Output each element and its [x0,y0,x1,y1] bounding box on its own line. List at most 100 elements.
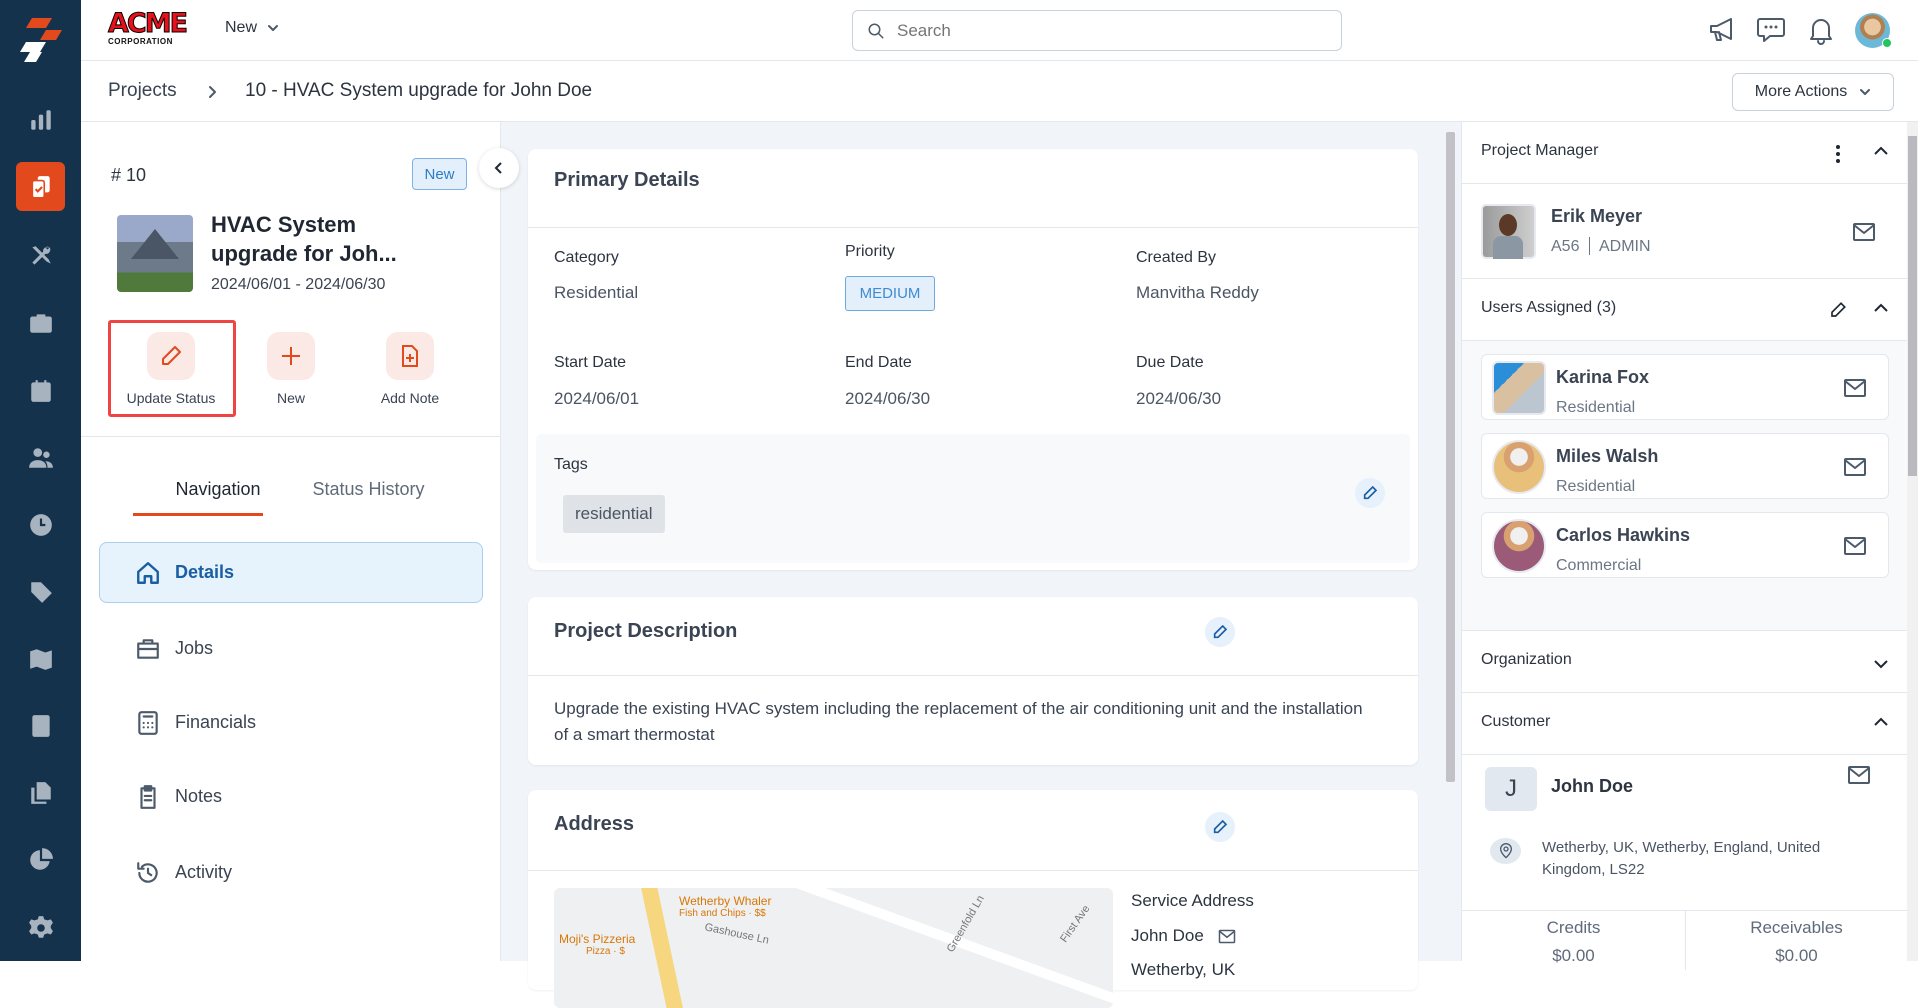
receivables-label: Receivables [1750,918,1843,937]
jobs-icon[interactable] [16,298,65,347]
map-street-label: First Ave [1058,903,1093,945]
edit-tags-button[interactable] [1355,478,1385,508]
main-scrollbar[interactable] [1446,132,1455,782]
nav-item-label: Financials [175,712,257,732]
assigned-user-card[interactable]: Karina Fox Residential [1481,354,1889,420]
new-action-label: New [276,390,305,406]
calendar-icon[interactable] [16,366,65,415]
project-title-line1: HVAC System [211,212,357,237]
map-icon[interactable] [16,634,65,683]
update-status-button[interactable] [147,332,195,380]
chevron-up-icon[interactable] [1873,303,1889,313]
project-title-line2: upgrade for Joh... [211,241,397,266]
nav-item-notes[interactable]: Notes [99,766,483,827]
chevron-left-icon [494,162,502,174]
app-logo-icon[interactable] [18,18,64,62]
nav-item-label: Activity [175,862,233,882]
reports-pie-icon[interactable] [16,835,65,884]
megaphone-icon[interactable] [1707,16,1737,44]
users-icon[interactable] [16,433,65,482]
edit-description-button[interactable] [1205,617,1235,647]
tag-icon[interactable] [16,567,65,616]
organization-header[interactable]: Organization [1462,631,1908,693]
card-title: Primary Details [554,169,700,191]
assigned-user-card[interactable]: Miles Walsh Residential [1481,433,1889,499]
user-category: Residential [1556,478,1636,495]
chevron-down-icon[interactable] [1873,659,1889,669]
more-vertical-icon[interactable] [1835,144,1841,164]
mail-icon[interactable] [1852,222,1876,242]
edit-address-button[interactable] [1205,812,1235,842]
tab-navigation[interactable]: Navigation [153,479,283,500]
settings-gear-icon[interactable] [16,903,65,952]
users-assigned-list: Karina Fox Residential Miles Walsh Resid… [1462,341,1908,631]
breadcrumb-current: 10 - HVAC System upgrade for John Doe [245,80,593,101]
mail-icon[interactable] [1218,929,1236,944]
address-map[interactable]: Wetherby Whaler Fish and Chips · $$ Moji… [554,888,1113,1008]
user-avatar[interactable] [1855,13,1892,48]
mail-icon[interactable] [1843,457,1867,477]
dashboard-icon[interactable] [16,95,65,144]
pencil-icon[interactable] [1829,301,1847,319]
chevron-up-icon[interactable] [1873,146,1889,156]
breadcrumb-projects-link[interactable]: Projects [108,80,177,102]
user-photo [1492,519,1546,573]
customer-name[interactable]: John Doe [1551,776,1633,797]
project-description-card: Project Description Upgrade the existing… [528,597,1418,765]
nav-item-jobs[interactable]: Jobs [99,618,483,679]
nav-item-financials[interactable]: Financials [99,692,483,753]
collapse-panel-button[interactable] [479,148,519,188]
new-action-button[interactable] [267,332,315,380]
mail-icon[interactable] [1843,536,1867,556]
end-date-value: 2024/06/30 [845,389,931,408]
card-title: Address [554,813,635,835]
bell-icon[interactable] [1807,15,1835,45]
clock-icon[interactable] [16,500,65,549]
chat-icon[interactable] [1756,16,1786,44]
briefcase-icon [137,638,159,659]
new-dropdown-label: New [225,19,258,36]
tags-section: Tags residential [536,434,1410,563]
tools-icon[interactable] [16,231,65,280]
assigned-user-card[interactable]: Carlos Hawkins Commercial [1481,512,1889,578]
users-assigned-header[interactable]: Users Assigned (3) [1462,279,1908,341]
tab-status-history[interactable]: Status History [301,479,436,500]
customer-header[interactable]: Customer [1462,693,1908,755]
search-box[interactable] [852,10,1342,51]
search-input[interactable] [897,20,1317,41]
more-actions-button[interactable]: More Actions [1732,73,1894,111]
new-dropdown[interactable]: New [225,19,279,37]
file-plus-icon [402,345,418,367]
customer-avatar: J [1485,767,1537,811]
priority-label: Priority [845,243,895,260]
service-address-label: Service Address [1131,891,1254,910]
created-by-value: Manvitha Reddy [1136,283,1259,302]
credits-value: $0.00 [1552,946,1595,965]
add-note-button[interactable] [386,332,434,380]
project-number: # 10 [111,165,147,185]
tags-label: Tags [554,456,588,473]
user-name: Carlos Hawkins [1556,525,1691,545]
primary-details-card: Primary Details Category Residential Pri… [528,149,1418,570]
mail-icon[interactable] [1847,765,1871,785]
nav-item-activity[interactable]: Activity [99,842,483,903]
tag-chip: residential [563,495,665,533]
active-tab-underline [133,513,263,516]
category-value: Residential [554,283,639,302]
projects-icon[interactable] [16,162,65,211]
mail-icon[interactable] [1843,378,1867,398]
pm-name: Erik Meyer [1551,206,1643,226]
acme-logo[interactable]: ACME CORPORATION [108,9,198,50]
main-content: Primary Details Category Residential Pri… [501,122,1461,1008]
project-manager-header[interactable]: Project Manager [1462,122,1908,184]
nav-item-details[interactable]: Details [99,542,483,603]
credits-label: Credits [1546,918,1601,937]
location-pin-icon [1490,838,1521,864]
right-panel-scrollbar[interactable] [1907,122,1918,961]
plus-icon [282,347,300,365]
project-summary-panel: # 10 New HVAC System upgrade for Joh... … [81,122,501,961]
documents-icon[interactable] [16,768,65,817]
chevron-up-icon[interactable] [1873,717,1889,727]
calculator-icon[interactable] [16,701,65,750]
search-icon [868,23,884,38]
